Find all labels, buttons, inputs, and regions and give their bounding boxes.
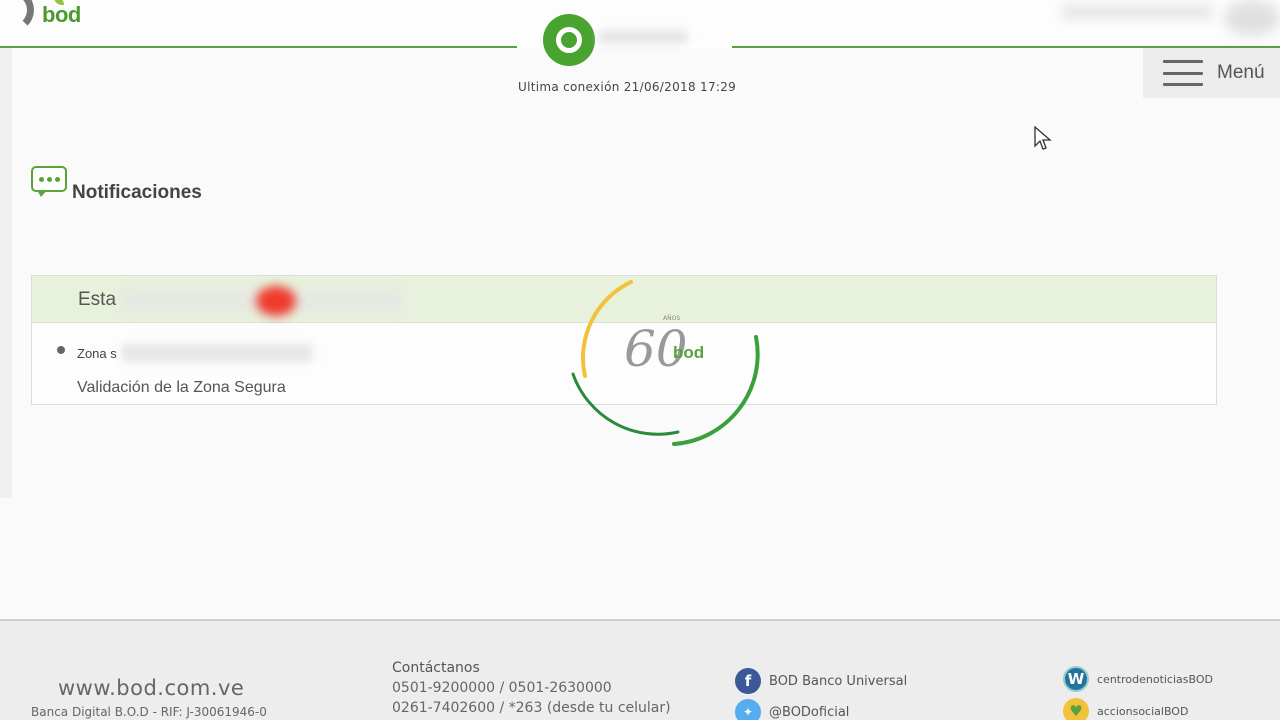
last-connection: Ultima conexión 21/06/2018 17:29 [518, 80, 737, 94]
footer-contact-title: Contáctanos [392, 660, 480, 676]
logo-ring-icon [0, 0, 34, 32]
bullet-icon [57, 346, 65, 354]
footer: www.bod.com.ve Banca Digital B.O.D - RIF… [0, 619, 1280, 720]
wordpress-icon: W [1063, 666, 1089, 692]
loader-brand: bod [673, 343, 704, 362]
side-strip [0, 48, 12, 498]
mouse-cursor-icon [1034, 126, 1052, 150]
notification-item-title[interactable]: Zona s [77, 346, 117, 361]
blurred-item-text [122, 344, 312, 362]
user-ring-icon[interactable] [543, 14, 595, 66]
loading-spinner: 60 AÑOS bod [571, 280, 760, 446]
loader-anos: AÑOS [663, 315, 680, 322]
header-divider-left [0, 46, 517, 48]
twitter-icon: ✦ [735, 699, 761, 720]
twitter-label: @BODoficial [769, 704, 850, 720]
social-twitter-link[interactable]: ✦ @BODoficial [735, 699, 849, 720]
social-facebook-link[interactable]: f BOD Banco Universal [735, 668, 907, 694]
social-wordpress-link[interactable]: W centrodenoticiasBOD [1063, 666, 1213, 692]
blurred-user-name [598, 30, 688, 44]
hamburger-icon [1163, 60, 1203, 86]
menu-button[interactable]: Menú [1143, 48, 1280, 98]
status-badge [256, 286, 296, 316]
bod-logo[interactable]: bod [0, 0, 100, 32]
chat-bubble-icon [31, 166, 67, 198]
footer-phone-line-2: 0261-7402600 / *263 (desde tu celular) [392, 700, 671, 716]
social-action-link[interactable]: ♥ accionsocialBOD [1063, 698, 1188, 720]
logo-text: bod [42, 2, 81, 27]
wordpress-label: centrodenoticiasBOD [1097, 672, 1213, 686]
spinner-arc-green-dark [571, 372, 680, 436]
footer-phone-line-1: 0501-9200000 / 0501-2630000 [392, 680, 612, 696]
panel-header-text: Esta [78, 289, 117, 310]
heart-icon: ♥ [1063, 698, 1089, 720]
social-action-label: accionsocialBOD [1097, 704, 1189, 718]
footer-website[interactable]: www.bod.com.ve [58, 676, 244, 700]
blurred-user-info [1062, 4, 1212, 20]
footer-rif: Banca Digital B.O.D - RIF: J-30061946-0 [31, 705, 267, 719]
page-title: Notificaciones [72, 182, 202, 203]
notification-item-description: Validación de la Zona Segura [77, 379, 286, 396]
facebook-icon: f [735, 668, 761, 694]
menu-label: Menú [1217, 62, 1265, 83]
facebook-label: BOD Banco Universal [769, 673, 908, 689]
blurred-avatar [1224, 0, 1280, 36]
